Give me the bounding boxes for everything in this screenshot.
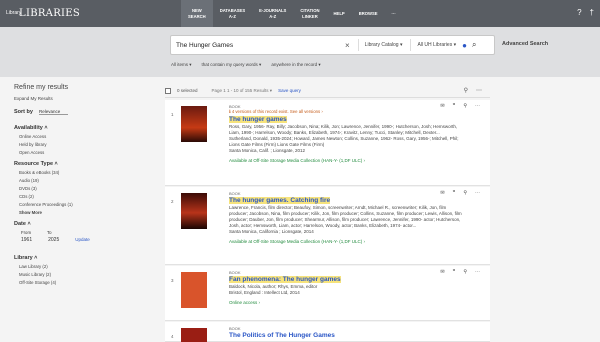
- date-to-input[interactable]: 2025: [48, 237, 59, 243]
- online-access-link[interactable]: Online access ›: [229, 300, 464, 305]
- scope-dropdown[interactable]: Library Catalog ▾: [357, 39, 402, 51]
- filter-field[interactable]: anywhere in the record ▾: [271, 62, 320, 68]
- list-item[interactable]: 4 Book The Politics of The Hunger Games: [165, 322, 490, 342]
- sort-dropdown[interactable]: Relevance: [38, 109, 69, 115]
- result-type: Book: [229, 270, 241, 275]
- result-title[interactable]: The hunger games: [229, 116, 464, 123]
- facet-online-access[interactable]: Online Access: [19, 134, 154, 139]
- more-actions-icon[interactable]: ⋯: [475, 269, 480, 275]
- select-all-checkbox[interactable]: [165, 87, 171, 94]
- facet-audio[interactable]: Audio (19): [19, 178, 154, 183]
- facet-sidebar: Refine my results Expand My Results Sort…: [14, 84, 154, 288]
- resource-type-heading[interactable]: Resource Type ˄: [14, 161, 154, 167]
- facet-offsite-storage[interactable]: Off-Site Storage (4): [19, 280, 154, 285]
- facet-music-library[interactable]: Music Library (2): [19, 272, 154, 277]
- search-box: The Hunger Games × Library Catalog ▾ All…: [170, 35, 495, 55]
- email-icon[interactable]: ✉: [440, 269, 444, 275]
- book-cover-image[interactable]: [181, 193, 207, 229]
- to-label: To: [47, 230, 52, 235]
- result-authors: Lawrence, Francis, film director; Beaufo…: [229, 205, 462, 229]
- results-list: 0 selected Page 1 1 - 10 of 155 Results …: [165, 84, 490, 342]
- top-bar: Library LIBRARIES NEW SEARCH DATABASES A…: [0, 0, 600, 27]
- availability-heading[interactable]: Availability ˄: [14, 125, 154, 131]
- university-mark: Library: [6, 10, 22, 16]
- nav-databases[interactable]: DATABASES A-Z: [213, 0, 252, 27]
- list-item[interactable]: 3 Book Fan phenomena: The hunger games B…: [165, 266, 490, 321]
- nav-more[interactable]: ···: [385, 0, 403, 27]
- facet-held-by-library[interactable]: Held by library: [19, 142, 154, 147]
- list-item[interactable]: 1 Book ℹ 4 versions of this record exist…: [165, 100, 490, 186]
- availability-status[interactable]: Available at Off-Site Storage Media Coll…: [229, 239, 464, 244]
- facet-books[interactable]: Books & eBooks (34): [19, 170, 154, 175]
- versions-link[interactable]: ℹ 4 versions of this record exist. See a…: [229, 109, 464, 115]
- cite-icon[interactable]: ❞: [453, 190, 456, 196]
- selected-count: 0 selected: [177, 88, 198, 93]
- date-from-input[interactable]: 1961: [21, 237, 32, 243]
- result-number: 3: [171, 278, 174, 283]
- book-cover-image[interactable]: [181, 328, 207, 342]
- result-publication: Bristol, England : Intellect Ltd, 2014: [229, 290, 300, 296]
- library-heading[interactable]: Library ˄: [14, 255, 154, 261]
- page-info[interactable]: Page 1 1 - 10 of 155 Results ▾: [212, 88, 273, 94]
- nav-new-search[interactable]: NEW SEARCH: [181, 0, 213, 27]
- result-publication: Santa Monica, Calif. ; Lionsgate, 2012: [229, 148, 306, 154]
- main-nav: NEW SEARCH DATABASES A-Z E-JOURNALS A-Z …: [181, 0, 403, 27]
- list-item[interactable]: 2 Book The hunger games. Catching fire L…: [165, 187, 490, 265]
- nav-help[interactable]: HELP: [327, 0, 352, 27]
- nav-citation-linker[interactable]: CITATION LINKER: [293, 0, 326, 27]
- update-button[interactable]: Update: [75, 237, 90, 243]
- tab-dropdown[interactable]: All UH Libraries ▾: [410, 39, 456, 51]
- facet-dvds[interactable]: DVDs (3): [19, 186, 154, 191]
- pin-record-icon[interactable]: ⚲: [463, 269, 467, 275]
- pin-results-icon[interactable]: ⚲: [464, 87, 468, 94]
- search-filters: All items ▾ that contain my query words …: [171, 62, 321, 68]
- availability-status[interactable]: Available at Off-Site Storage Media Coll…: [229, 158, 464, 163]
- brand-name: LIBRARIES: [19, 8, 81, 19]
- search-icon[interactable]: ⌕: [472, 40, 476, 50]
- book-cover-image[interactable]: [181, 106, 207, 142]
- cite-icon[interactable]: ❞: [453, 269, 456, 275]
- facet-conference[interactable]: Conference Proceedings (1): [19, 202, 154, 207]
- microphone-icon[interactable]: ●: [462, 41, 467, 50]
- libraries-logo[interactable]: Library LIBRARIES: [6, 8, 80, 19]
- result-number: 2: [171, 199, 174, 204]
- pin-icon[interactable]: †: [590, 8, 594, 17]
- clear-icon[interactable]: ×: [345, 41, 350, 50]
- pin-record-icon[interactable]: ⚲: [463, 190, 467, 196]
- filter-query-words[interactable]: that contain my query words ▾: [202, 62, 262, 68]
- nav-ejournals[interactable]: E-JOURNALS A-Z: [252, 0, 293, 27]
- email-icon[interactable]: ✉: [440, 190, 444, 196]
- facet-law-library[interactable]: Law Library (2): [19, 264, 154, 269]
- filter-items[interactable]: All items ▾: [171, 62, 192, 68]
- more-actions-icon[interactable]: ⋯: [475, 190, 480, 196]
- from-label: From: [21, 230, 32, 235]
- sort-label: Sort by: [14, 109, 33, 115]
- result-number: 4: [171, 334, 174, 339]
- date-heading[interactable]: Date ˄: [14, 221, 154, 227]
- result-title[interactable]: Fan phenomena: The hunger games: [229, 276, 464, 283]
- result-publication: Santa Monica, California ; Lionsgate, 20…: [229, 229, 314, 235]
- more-icon[interactable]: ⋯: [476, 87, 482, 94]
- more-actions-icon[interactable]: ⋯: [475, 103, 480, 109]
- facet-open-access[interactable]: Open Access: [19, 150, 154, 155]
- facet-cds[interactable]: CDs (2): [19, 194, 154, 199]
- show-more-link[interactable]: Show More: [19, 210, 154, 215]
- refine-heading: Refine my results: [14, 84, 69, 91]
- expand-results[interactable]: Expand My Results: [14, 96, 154, 101]
- nav-browse[interactable]: BROWSE: [352, 0, 385, 27]
- book-cover-image[interactable]: [181, 272, 207, 308]
- help-icon[interactable]: ?: [577, 8, 581, 17]
- results-toolbar: 0 selected Page 1 1 - 10 of 155 Results …: [165, 84, 490, 98]
- pin-record-icon[interactable]: ⚲: [463, 103, 467, 109]
- result-authors: Ross, Gary, 1956- Ray, Billy; Jacobson, …: [229, 124, 459, 148]
- email-icon[interactable]: ✉: [440, 103, 444, 109]
- result-type: Book: [229, 191, 241, 196]
- result-title[interactable]: The hunger games. Catching fire: [229, 197, 464, 204]
- cite-icon[interactable]: ❞: [453, 103, 456, 109]
- search-input[interactable]: The Hunger Games: [176, 42, 341, 49]
- advanced-search-link[interactable]: Advanced Search: [502, 41, 548, 47]
- save-query-link[interactable]: Save query: [278, 88, 301, 93]
- result-type: Book: [229, 326, 241, 331]
- result-number: 1: [171, 112, 174, 117]
